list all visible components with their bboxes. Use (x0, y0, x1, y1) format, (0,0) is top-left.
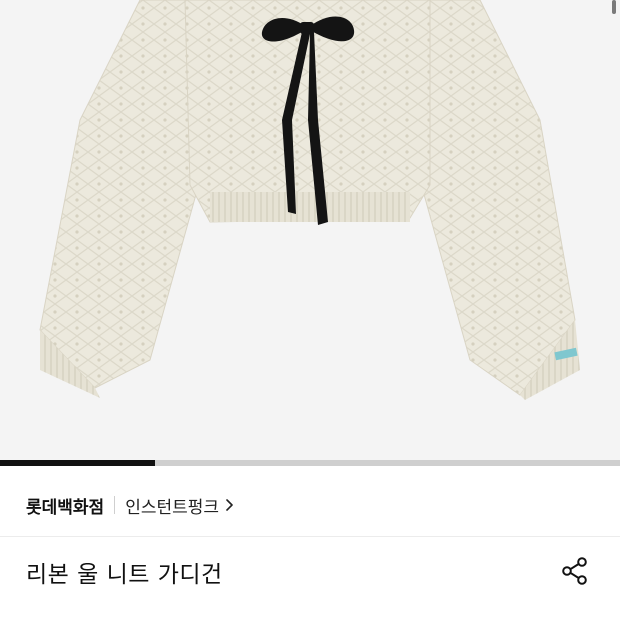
divider (0, 536, 620, 537)
product-title: 리본 울 니트 가디건 (26, 562, 223, 588)
carousel-progress-fill (0, 460, 155, 466)
share-icon (562, 557, 587, 585)
brand-breadcrumb: 롯데백화점 인스턴트펑크 (26, 488, 234, 522)
shop-link[interactable]: 인스턴트펑크 (125, 493, 234, 518)
brand-divider (114, 496, 116, 514)
carousel-progress (0, 460, 620, 466)
store-name[interactable]: 롯데백화점 (26, 493, 104, 518)
chevron-right-icon (225, 498, 234, 512)
scroll-indicator (612, 0, 616, 14)
shop-name: 인스턴트펑크 (125, 497, 220, 518)
cardigan-illustration (39, 0, 580, 400)
product-image[interactable] (0, 0, 620, 460)
share-button[interactable] (558, 554, 592, 588)
